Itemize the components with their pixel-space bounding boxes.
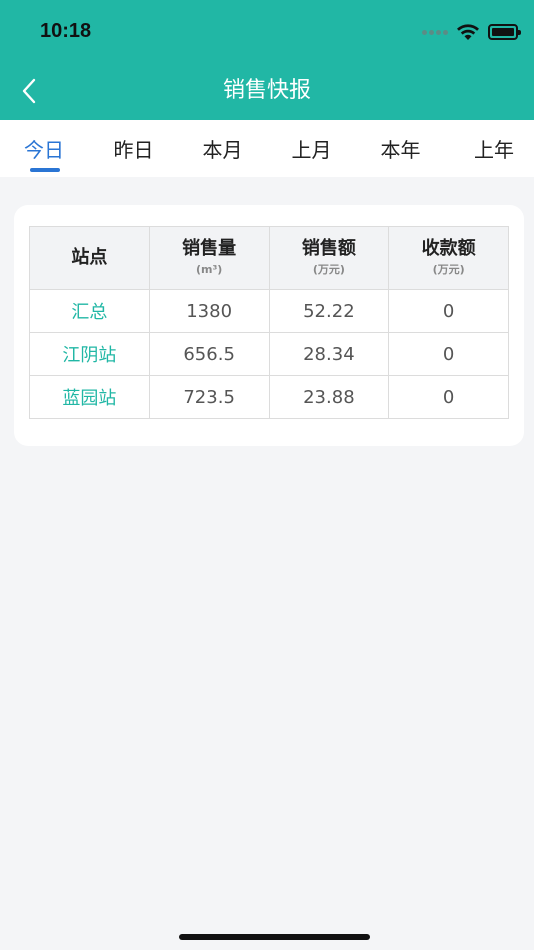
receipts-cell: 0 xyxy=(388,332,509,376)
status-icons xyxy=(422,22,521,42)
tab-today[interactable]: 今日 xyxy=(0,120,89,177)
tab-label: 上月 xyxy=(291,138,332,162)
sales-cell: 52.22 xyxy=(268,289,390,333)
tab-yesterday[interactable]: 昨日 xyxy=(89,120,178,177)
sales-table: 站点 销售量 (m³) 销售额 (万元) 收款额 (万元) 汇总 1380 52… xyxy=(29,226,509,419)
tab-last-month[interactable]: 上月 xyxy=(267,120,356,177)
tab-this-month[interactable]: 本月 xyxy=(178,120,267,177)
tab-this-year[interactable]: 本年 xyxy=(356,120,445,177)
volume-cell: 1380 xyxy=(148,289,270,333)
battery-icon xyxy=(488,24,521,40)
wifi-icon xyxy=(457,24,479,40)
sales-cell: 23.88 xyxy=(268,375,390,419)
tab-label: 昨日 xyxy=(113,138,154,162)
tab-label: 本月 xyxy=(202,138,243,162)
table-header-row: 站点 销售量 (m³) 销售额 (万元) 收款额 (万元) xyxy=(29,226,509,290)
table-row: 蓝园站 723.5 23.88 0 xyxy=(29,375,509,419)
tab-label: 本年 xyxy=(380,138,421,162)
station-link[interactable]: 蓝园站 xyxy=(29,375,150,419)
station-link[interactable]: 江阴站 xyxy=(29,332,150,376)
receipts-cell: 0 xyxy=(388,375,509,419)
tab-label: 今日 xyxy=(24,138,64,162)
period-tabs: 今日 昨日 本月 上月 本年 上年 xyxy=(0,120,534,177)
page-title: 销售快报 xyxy=(222,78,311,103)
column-header-volume: 销售量 (m³) xyxy=(148,226,270,290)
sales-cell: 28.34 xyxy=(268,332,390,376)
active-tab-indicator xyxy=(30,168,60,172)
column-header-sales: 销售额 (万元) xyxy=(268,226,390,290)
sales-report-card: 站点 销售量 (m³) 销售额 (万元) 收款额 (万元) 汇总 1380 52… xyxy=(14,205,524,446)
tab-label: 上年 xyxy=(474,138,514,162)
volume-cell: 723.5 xyxy=(148,375,270,419)
tab-last-year[interactable]: 上年 xyxy=(445,120,534,177)
column-header-receipts: 收款额 (万元) xyxy=(388,226,509,290)
table-row: 汇总 1380 52.22 0 xyxy=(29,289,509,333)
station-link[interactable]: 汇总 xyxy=(29,289,150,333)
unit-label: (万元) xyxy=(432,263,465,276)
receipts-cell: 0 xyxy=(388,289,509,333)
home-indicator[interactable] xyxy=(179,934,370,940)
app-screen: 10:18 销售快报 今日 昨日 本月 上月 本年 上年 站点 销售量 (m³)… xyxy=(0,0,534,950)
table-row: 江阴站 656.5 28.34 0 xyxy=(29,332,509,376)
cellular-signal-icon xyxy=(422,29,448,35)
unit-label: (m³) xyxy=(195,263,223,276)
volume-cell: 656.5 xyxy=(148,332,270,376)
status-time: 10:18 xyxy=(40,20,92,42)
unit-label: (万元) xyxy=(312,263,345,276)
column-header-station: 站点 xyxy=(29,226,150,290)
app-header: 10:18 销售快报 xyxy=(0,0,534,120)
